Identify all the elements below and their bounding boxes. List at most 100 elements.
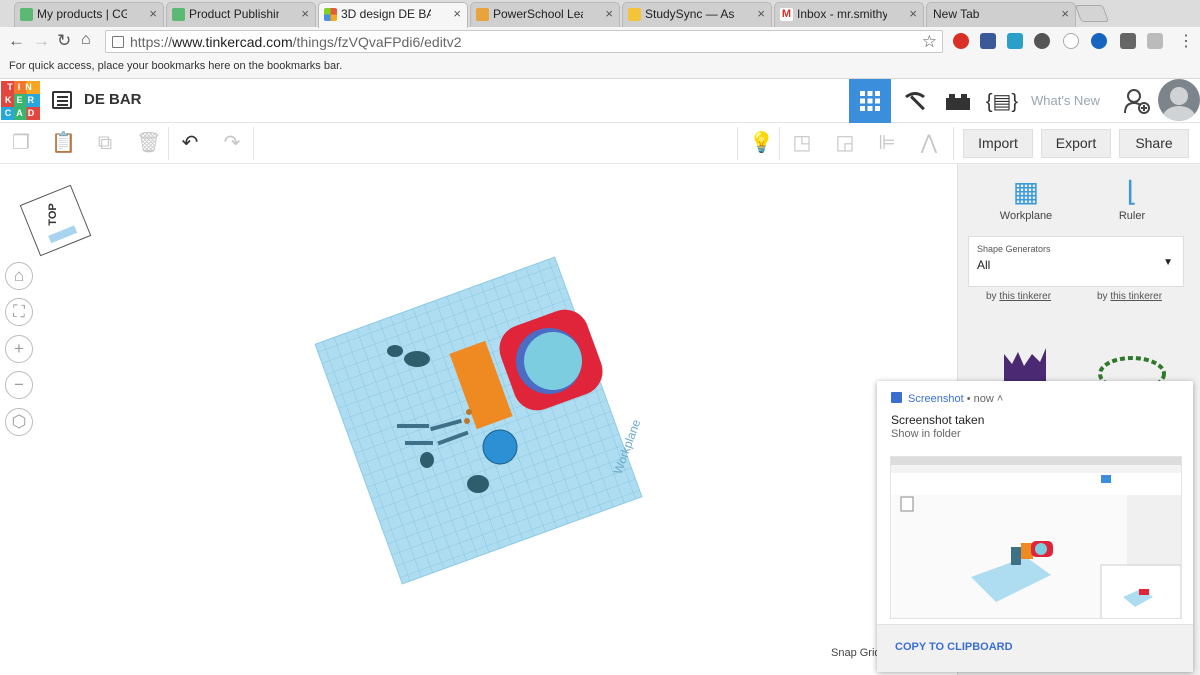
blue-cylinder-shape (482, 429, 518, 465)
align-icon[interactable]: ⊫ (876, 132, 898, 154)
3d-design-mode-button[interactable] (849, 79, 891, 123)
tab-label: New Tab (933, 7, 980, 21)
plus-icon: + (14, 339, 24, 358)
address-bar[interactable]: https://www.tinkercad.com/things/fzVQvaF… (105, 30, 943, 53)
tab-product-publishing[interactable]: Product Publishing | × (166, 2, 316, 27)
tab-label: Product Publishing | (189, 7, 279, 21)
page-info-icon[interactable] (112, 36, 124, 48)
cgtrader-favicon-icon (20, 8, 33, 21)
minus-icon: − (14, 375, 24, 394)
extension-screen-icon[interactable] (980, 33, 996, 49)
ruler-icon: ⌊ (1126, 176, 1138, 207)
delete-icon[interactable]: 🗑 (136, 132, 161, 154)
tab-studysync[interactable]: StudySync — Assign × (622, 2, 772, 27)
dark-fragment-shape (420, 452, 434, 468)
logo-text-row: CAD (4, 108, 40, 118)
close-icon[interactable]: × (909, 6, 917, 21)
export-button[interactable]: Export (1041, 129, 1111, 158)
author-link[interactable]: this tinkerer (1110, 291, 1162, 302)
bricks-mode-button[interactable] (937, 79, 979, 123)
zoom-out-button[interactable]: − (5, 371, 33, 399)
home-view-button[interactable]: ⌂ (5, 262, 33, 290)
small-sphere-shape (466, 409, 472, 415)
dark-fragment-shape (467, 475, 489, 493)
workplane-tool[interactable]: ▦ Workplane (986, 174, 1066, 222)
close-icon[interactable]: × (149, 6, 157, 21)
tab-cgtrader-products[interactable]: My products | CGTra × (14, 2, 164, 27)
grid-icon (860, 91, 880, 111)
author-link[interactable]: this tinkerer (999, 291, 1051, 302)
group-icon[interactable]: ◳ (791, 132, 813, 154)
close-icon[interactable]: × (1061, 6, 1069, 21)
ortho-view-button[interactable]: ⬡ (5, 408, 33, 436)
tab-label: StudySync — Assign (645, 7, 735, 21)
notification-time[interactable]: • now ˄ (964, 393, 1004, 405)
notification-title: Screenshot taken (891, 413, 985, 427)
workplane-icon: ▦ (1012, 176, 1040, 207)
duplicate-icon[interactable]: ⧉ (94, 132, 116, 154)
chrome-menu-icon[interactable]: ⋮ (1178, 31, 1194, 51)
design-title[interactable]: DE BAR (84, 91, 142, 108)
new-tab-button[interactable] (1074, 5, 1110, 22)
import-button[interactable]: Import (963, 129, 1033, 158)
tab-label: 3D design DE BAR | T (341, 7, 431, 21)
brick-icon (946, 94, 970, 110)
workplane-grid[interactable]: Workplane (299, 241, 658, 600)
share-button[interactable]: Share (1119, 129, 1189, 158)
tab-tinkercad-design[interactable]: 3D design DE BAR | T × (318, 2, 468, 28)
tinkercad-logo[interactable]: TIN KER CAD (1, 81, 40, 120)
ungroup-icon[interactable]: ◲ (834, 132, 856, 154)
forward-arrow-icon[interactable]: → (33, 31, 50, 51)
by-prefix: by (986, 291, 997, 302)
by-prefix: by (1097, 291, 1108, 302)
mirror-icon[interactable]: ⋀ (918, 132, 940, 154)
snap-grid-label[interactable]: Snap Grid (831, 647, 881, 659)
lightbulb-icon[interactable]: 💡 (749, 132, 774, 154)
extension-circle-icon[interactable] (1063, 33, 1079, 49)
undo-icon[interactable]: ↶ (179, 132, 201, 154)
minecraft-mode-button[interactable] (894, 79, 936, 123)
shape-generators-label: Shape Generators (977, 244, 1051, 254)
ruler-tool-label: Ruler (1118, 210, 1146, 222)
add-user-icon[interactable] (1123, 87, 1151, 121)
tab-powerschool[interactable]: PowerSchool Learni × (470, 2, 620, 27)
close-icon[interactable]: × (301, 6, 309, 21)
notification-app: Screenshot (908, 393, 964, 405)
tab-gmail-inbox[interactable]: M Inbox - mr.smithy54 × (774, 2, 924, 27)
back-arrow-icon[interactable]: ← (8, 31, 25, 51)
extension-c-icon[interactable] (1120, 33, 1136, 49)
tab-label: Inbox - mr.smithy54 (797, 7, 887, 21)
codeblocks-mode-button[interactable]: {▤} (981, 79, 1023, 123)
screenshot-notification[interactable]: Screenshot • now ˄ Screenshot taken Show… (877, 381, 1193, 672)
shape-generators-dropdown[interactable]: Shape Generators All ▼ (968, 236, 1184, 287)
show-in-folder-link[interactable]: Show in folder (891, 428, 961, 440)
small-sphere-shape (464, 418, 470, 424)
ruler-tool[interactable]: ⌊ Ruler (1092, 174, 1172, 222)
whats-new-link[interactable]: What's New (1031, 93, 1100, 108)
redo-icon[interactable]: ↷ (221, 132, 243, 154)
extension-camera-icon[interactable] (1034, 33, 1050, 49)
user-avatar[interactable] (1158, 79, 1200, 121)
paste-icon[interactable]: 📋 (51, 132, 76, 154)
shape-generators-value: All (977, 258, 991, 272)
url-scheme: https:// (130, 34, 173, 50)
tab-new-tab[interactable]: New Tab × (926, 2, 1076, 27)
copy-icon[interactable]: ❐ (10, 132, 32, 154)
fit-view-icon: ⛶ (13, 302, 25, 321)
close-icon[interactable]: × (757, 6, 765, 21)
close-icon[interactable]: × (605, 6, 613, 21)
copy-to-clipboard-button[interactable]: COPY TO CLIPBOARD (895, 641, 1013, 653)
home-icon[interactable]: ⌂ (81, 31, 91, 49)
fit-view-button[interactable]: ⛶ (5, 298, 33, 326)
reload-icon[interactable]: ↻ (57, 31, 71, 51)
extension-share-icon[interactable] (1091, 33, 1107, 49)
extension-c2-icon[interactable] (1147, 33, 1163, 49)
bookmarks-bar: For quick access, place your bookmarks h… (0, 56, 1200, 79)
extension-drive-icon[interactable] (1007, 33, 1023, 49)
screenshot-preview[interactable] (890, 456, 1182, 619)
zoom-in-button[interactable]: + (5, 335, 33, 363)
bookmark-star-icon[interactable]: ☆ (922, 32, 937, 52)
design-list-icon[interactable] (52, 91, 72, 109)
close-icon[interactable]: × (453, 6, 461, 21)
extension-opera-icon[interactable] (953, 33, 969, 49)
